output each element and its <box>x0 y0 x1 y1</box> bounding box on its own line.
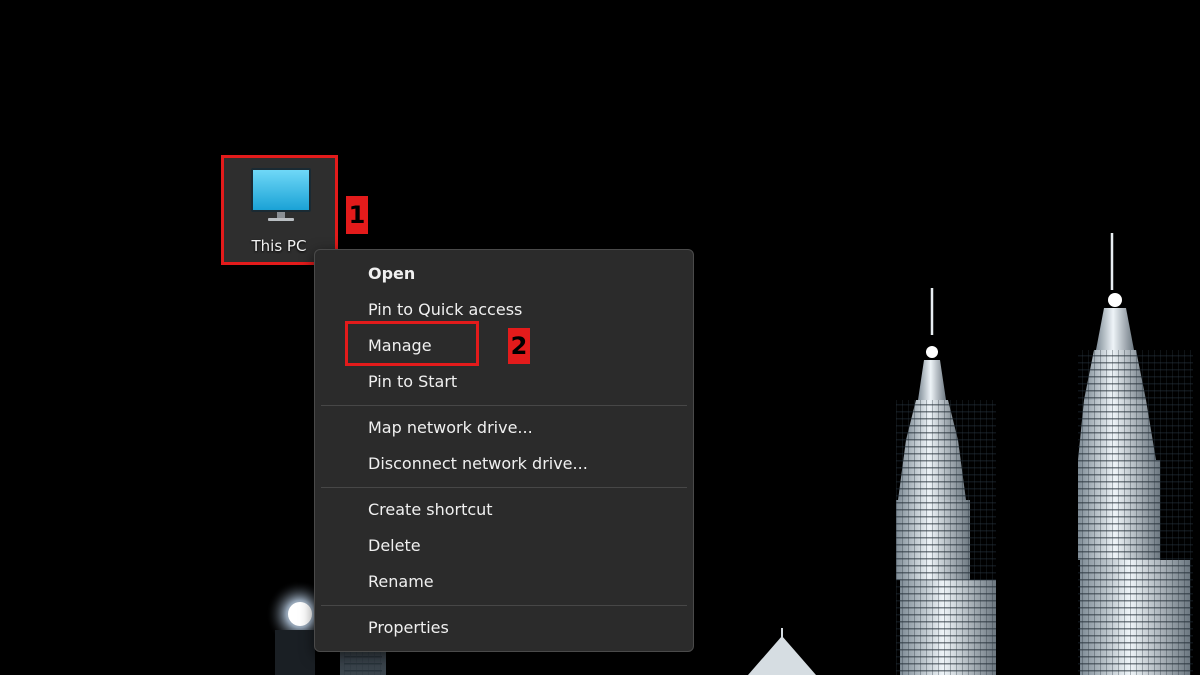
menu-separator <box>321 487 687 488</box>
menu-item-delete[interactable]: Delete <box>368 531 421 561</box>
tower-right <box>1078 233 1193 675</box>
menu-separator <box>321 405 687 406</box>
context-menu: Open Pin to Quick access Manage Pin to S… <box>314 249 694 652</box>
menu-item-properties[interactable]: Properties <box>368 613 449 643</box>
desktop: This PC 1 Open Pin to Quick access Manag… <box>0 0 1200 675</box>
menu-item-open[interactable]: Open <box>368 259 415 289</box>
tower-left <box>896 288 996 675</box>
annotation-number-1: 1 <box>346 196 368 234</box>
annotation-box-2 <box>345 321 479 366</box>
menu-item-pin-to-start[interactable]: Pin to Start <box>368 367 457 397</box>
menu-item-rename[interactable]: Rename <box>368 567 434 597</box>
menu-item-map-network-drive[interactable]: Map network drive... <box>368 413 533 443</box>
annotation-number-2: 2 <box>508 328 530 364</box>
menu-item-disconnect-network-drive[interactable]: Disconnect network drive... <box>368 449 588 479</box>
menu-separator <box>321 605 687 606</box>
menu-item-create-shortcut[interactable]: Create shortcut <box>368 495 493 525</box>
